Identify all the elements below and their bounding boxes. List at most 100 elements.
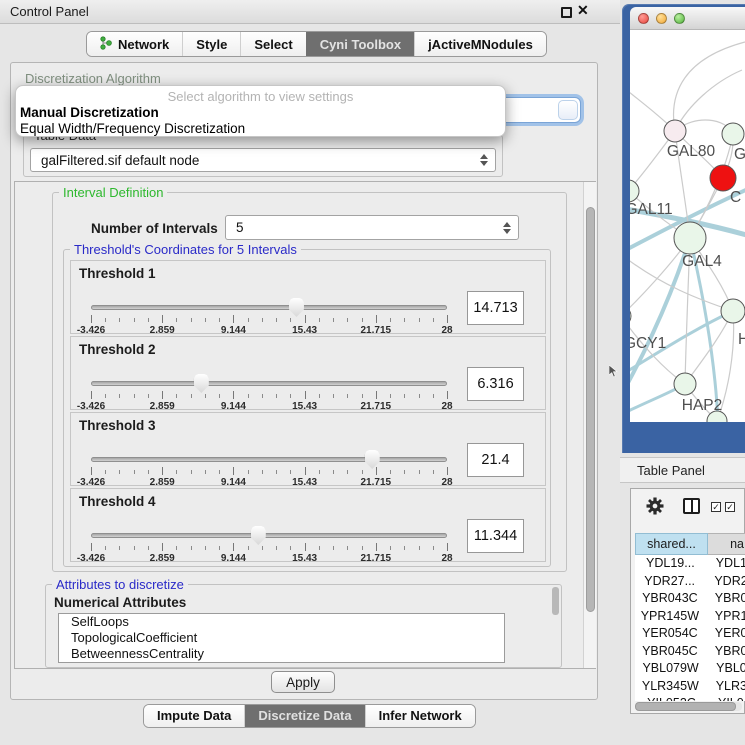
number-of-intervals-label: Number of Intervals bbox=[91, 221, 218, 236]
algorithm-dropdown-popup: Select algorithm to view settings Manual… bbox=[15, 85, 506, 137]
slider-tick-labels: -3.4262.8599.14415.4321.71528 bbox=[89, 553, 449, 565]
table-panel-title: Table Panel bbox=[637, 463, 705, 478]
checkbox-icon[interactable]: ✓ bbox=[725, 502, 735, 512]
threshold-1-slider[interactable]: -3.4262.8599.14415.4321.71528 bbox=[89, 299, 449, 333]
slider-ticks bbox=[89, 467, 449, 476]
bottom-tabbar: Impute Data Discretize Data Infer Networ… bbox=[143, 704, 476, 728]
table-row[interactable]: YIL052CYIL0 bbox=[635, 695, 745, 701]
threshold-3-row: Threshold 3 -3.4262.8599.14415.4321.7152… bbox=[70, 412, 546, 486]
attribute-item[interactable]: SelfLoops bbox=[59, 614, 504, 630]
network-node[interactable] bbox=[722, 123, 744, 145]
node-label: HAP2 bbox=[682, 397, 723, 414]
table-row[interactable]: YBR043CYBR0 bbox=[635, 590, 745, 608]
tab-impute-data[interactable]: Impute Data bbox=[144, 705, 244, 727]
columns-icon[interactable] bbox=[683, 498, 700, 514]
number-of-intervals-value: 5 bbox=[236, 220, 244, 235]
slider-track[interactable] bbox=[91, 457, 447, 462]
column-header-shared-name[interactable]: shared... bbox=[635, 533, 708, 555]
tab-select[interactable]: Select bbox=[240, 32, 305, 56]
table-row[interactable]: YBL079WYBL0 bbox=[635, 660, 745, 678]
network-icon bbox=[100, 36, 112, 53]
thresholds-group-title: Threshold's Coordinates for 5 Intervals bbox=[70, 242, 301, 257]
table-row[interactable]: YPR145WYPR1 bbox=[635, 608, 745, 626]
option-equal-width-frequency[interactable]: Equal Width/Frequency Discretization bbox=[20, 121, 245, 136]
slider-ticks bbox=[89, 543, 449, 552]
combobox-arrow-cap bbox=[558, 100, 578, 120]
zoom-traffic-light[interactable] bbox=[674, 13, 685, 24]
tab-infer-network[interactable]: Infer Network bbox=[365, 705, 475, 727]
table-rows: YDL19...YDL1YDR27...YDR2YBR043CYBR0YPR14… bbox=[635, 555, 745, 701]
close-icon[interactable]: ✕ bbox=[577, 2, 589, 19]
horizontal-scrollbar-track[interactable] bbox=[635, 702, 742, 711]
threshold-3-slider[interactable]: -3.4262.8599.14415.4321.71528 bbox=[89, 451, 449, 485]
tab-cyni-toolbox[interactable]: Cyni Toolbox bbox=[306, 32, 414, 56]
settings-scrollbar-thumb[interactable] bbox=[586, 207, 595, 612]
table-data-group: Table Data galFiltered.sif default node bbox=[23, 135, 503, 177]
float-window-icon[interactable] bbox=[561, 7, 572, 18]
table-row[interactable]: YDR27...YDR2 bbox=[635, 573, 745, 591]
column-header-name[interactable]: na bbox=[708, 533, 745, 555]
table-panel: ✓ ✓ shared... na YDL19...YDL1YDR27...YDR… bbox=[630, 488, 745, 714]
node-label: C bbox=[730, 189, 741, 206]
network-window-titlebar[interactable] bbox=[630, 7, 745, 30]
node-label: GAL80 bbox=[667, 143, 716, 160]
table-row[interactable]: YDL19...YDL1 bbox=[635, 555, 745, 573]
checkbox-icon[interactable]: ✓ bbox=[711, 502, 721, 512]
threshold-3-value[interactable]: 21.4 bbox=[467, 443, 524, 477]
network-node[interactable] bbox=[664, 120, 686, 142]
slider-track[interactable] bbox=[91, 381, 447, 386]
threshold-1-value[interactable]: 14.713 bbox=[467, 291, 524, 325]
dropdown-hint: Select algorithm to view settings bbox=[16, 89, 505, 104]
table-data-combobox[interactable]: galFiltered.sif default node bbox=[30, 148, 496, 172]
attribute-item[interactable]: BetweennessCentrality bbox=[59, 646, 504, 662]
threshold-2-slider[interactable]: -3.4262.8599.14415.4321.71528 bbox=[89, 375, 449, 409]
network-node[interactable] bbox=[630, 306, 631, 326]
network-window[interactable]: GAL80GACGAL11GAL4GCY1HHAP2 bbox=[622, 4, 745, 453]
node-label: H bbox=[738, 331, 745, 348]
apply-button[interactable]: Apply bbox=[271, 671, 335, 693]
combobox-spinner-icon bbox=[480, 154, 488, 166]
threshold-4-value[interactable]: 11.344 bbox=[467, 519, 524, 553]
node-label: GA bbox=[734, 146, 745, 163]
discretization-algorithm-group-title: Discretization Algorithm bbox=[25, 71, 161, 86]
network-edge bbox=[675, 70, 742, 131]
threshold-4-slider[interactable]: -3.4262.8599.14415.4321.71528 bbox=[89, 527, 449, 561]
node-label: GCY1 bbox=[630, 335, 666, 352]
screenshot-root: Control Panel ✕ Network Style bbox=[0, 0, 745, 745]
tab-style[interactable]: Style bbox=[182, 32, 240, 56]
threshold-2-value[interactable]: 6.316 bbox=[467, 367, 524, 401]
network-canvas[interactable]: GAL80GACGAL11GAL4GCY1HHAP2 bbox=[630, 30, 745, 422]
list-scrollbar[interactable] bbox=[552, 587, 559, 615]
minimize-traffic-light[interactable] bbox=[656, 13, 667, 24]
slider-track[interactable] bbox=[91, 305, 447, 310]
threshold-2-row: Threshold 2 -3.4262.8599.14415.4321.7152… bbox=[70, 336, 546, 410]
thresholds-group: Threshold's Coordinates for 5 Intervals … bbox=[63, 249, 551, 567]
network-node[interactable] bbox=[674, 222, 706, 254]
slider-ticks bbox=[89, 315, 449, 324]
close-traffic-light[interactable] bbox=[638, 13, 649, 24]
network-node[interactable] bbox=[710, 165, 736, 191]
horizontal-scrollbar-thumb[interactable] bbox=[635, 702, 736, 711]
option-manual-discretization[interactable]: Manual Discretization bbox=[20, 105, 159, 120]
table-row[interactable]: YER054CYER0 bbox=[635, 625, 745, 643]
slider-ticks bbox=[89, 391, 449, 400]
control-panel: Control Panel ✕ Network Style bbox=[0, 0, 620, 745]
network-graph: GAL80GACGAL11GAL4GCY1HHAP2 bbox=[630, 30, 745, 422]
attributes-group: Attributes to discretize Numerical Attri… bbox=[45, 584, 562, 668]
attribute-item[interactable]: TopologicalCoefficient bbox=[59, 630, 504, 646]
tab-discretize-data[interactable]: Discretize Data bbox=[244, 705, 364, 727]
tab-network[interactable]: Network bbox=[87, 32, 182, 56]
network-node[interactable] bbox=[674, 373, 696, 395]
table-row[interactable]: YLR345WYLR3 bbox=[635, 678, 745, 696]
network-node[interactable] bbox=[721, 299, 745, 323]
settings-scrollbar-track[interactable] bbox=[583, 182, 596, 668]
tab-jactivemnodules[interactable]: jActiveMNodules bbox=[414, 32, 546, 56]
table-panel-header: Table Panel bbox=[620, 457, 745, 483]
gear-icon[interactable] bbox=[645, 496, 665, 521]
mouse-cursor bbox=[609, 365, 618, 378]
slider-track[interactable] bbox=[91, 533, 447, 538]
table-row[interactable]: YBR045CYBR0 bbox=[635, 643, 745, 661]
algorithm-settings-panel: Interval Definition Number of Intervals … bbox=[14, 181, 596, 669]
number-of-intervals-combobox[interactable]: 5 bbox=[225, 215, 519, 240]
numerical-attributes-list[interactable]: SelfLoopsTopologicalCoefficientBetweenne… bbox=[58, 613, 505, 663]
